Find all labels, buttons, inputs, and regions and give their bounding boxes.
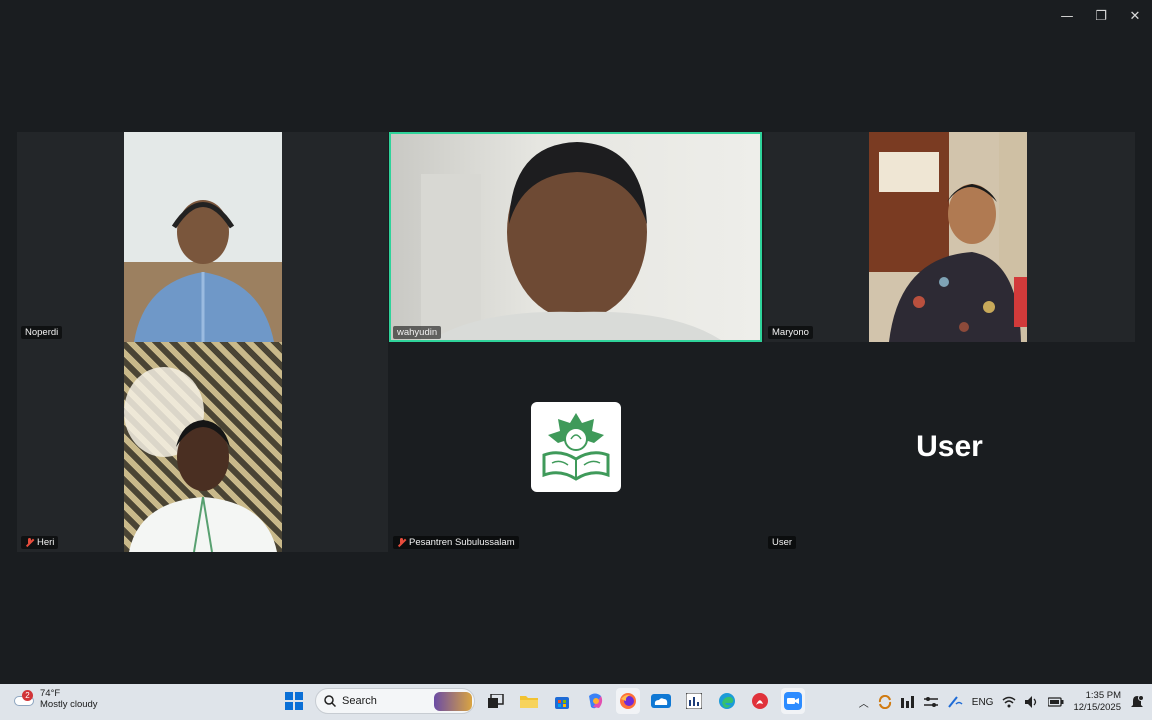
store-button[interactable] xyxy=(550,688,574,714)
sync-icon[interactable] xyxy=(878,695,892,709)
stats-app-button[interactable] xyxy=(682,688,706,714)
volume-icon[interactable] xyxy=(1025,696,1039,708)
person-silhouette xyxy=(124,367,277,552)
participant-name-label: wahyudin xyxy=(393,326,442,339)
window-controls: — ❐ ✕ xyxy=(1050,6,1152,26)
video-tile-maryono[interactable]: Maryono xyxy=(764,132,1135,342)
start-button[interactable] xyxy=(282,688,306,714)
chart-app-icon xyxy=(686,693,702,709)
edge-icon xyxy=(719,693,735,709)
participant-video xyxy=(391,134,760,340)
taskbar-search[interactable]: Search xyxy=(315,688,475,714)
minimize-button[interactable]: — xyxy=(1050,6,1084,26)
cloud-icon: 2 xyxy=(14,690,34,706)
participant-video xyxy=(869,132,1027,342)
video-tile-noperdi[interactable]: Noperdi xyxy=(17,132,388,342)
muted-mic-icon xyxy=(25,538,34,547)
notification-bell-icon[interactable] xyxy=(1130,695,1144,709)
search-highlight-image xyxy=(434,692,472,711)
restore-button[interactable]: ❐ xyxy=(1084,6,1118,26)
video-tile-heri[interactable]: Heri xyxy=(17,342,388,552)
muted-mic-icon xyxy=(397,538,406,547)
participant-name-label: Maryono xyxy=(768,326,813,339)
windows-taskbar: 2 74°F Mostly cloudy Search ︿ ENG 1:35 P… xyxy=(0,684,1152,720)
book-emblem-icon xyxy=(542,413,610,481)
weather-temp: 74°F xyxy=(40,688,61,699)
copilot-button[interactable] xyxy=(583,688,607,714)
copilot-icon xyxy=(589,693,603,709)
zoom-button[interactable] xyxy=(781,688,805,714)
clock[interactable]: 1:35 PM 12/15/2025 xyxy=(1073,690,1121,714)
user-avatar-text: User xyxy=(916,430,983,463)
cloud-app-icon xyxy=(651,694,671,708)
folder-icon xyxy=(520,696,538,708)
search-label: Search xyxy=(342,695,377,707)
weather-widget[interactable]: 2 74°F Mostly cloudy xyxy=(14,688,98,710)
wifi-icon[interactable] xyxy=(1002,696,1016,708)
person-silhouette xyxy=(869,132,1027,342)
search-icon xyxy=(324,695,336,707)
participant-name-label: Noperdi xyxy=(21,326,63,339)
participant-name-label: Pesantren Subulussalam xyxy=(393,536,519,549)
close-button[interactable]: ✕ xyxy=(1118,6,1152,26)
clock-date: 12/15/2025 xyxy=(1073,702,1121,713)
zoom-meeting-window: — ❐ ✕ Noperdi wahyudin Maryono Heri Pesa… xyxy=(0,0,1152,684)
store-bag-icon xyxy=(555,697,569,709)
task-view-button[interactable] xyxy=(484,688,508,714)
firefox-button[interactable] xyxy=(616,688,640,714)
person-silhouette xyxy=(421,142,721,340)
battery-icon[interactable] xyxy=(1048,697,1064,707)
task-view-icon xyxy=(488,694,504,708)
onedrive-button[interactable] xyxy=(649,688,673,714)
chevron-up-icon[interactable]: ︿ xyxy=(859,695,869,710)
participant-video xyxy=(124,342,282,552)
profile-logo xyxy=(531,402,621,492)
file-explorer-button[interactable] xyxy=(517,688,541,714)
acrobat-button[interactable] xyxy=(748,688,772,714)
participant-video xyxy=(124,132,282,342)
person-silhouette xyxy=(124,132,282,342)
windows-logo-icon xyxy=(285,692,303,710)
zoom-icon xyxy=(784,692,802,710)
weather-condition: Mostly cloudy xyxy=(40,699,98,710)
participant-name-label: Heri xyxy=(21,536,59,549)
settings-sliders-icon[interactable] xyxy=(923,696,938,708)
pdf-icon xyxy=(752,693,768,709)
video-tile-wahyudin[interactable]: wahyudin xyxy=(389,132,762,342)
notification-badge: 2 xyxy=(22,690,33,701)
pen-wifi-icon[interactable] xyxy=(947,695,963,709)
firefox-icon xyxy=(620,693,636,709)
clock-time: 1:35 PM xyxy=(1085,690,1121,701)
edge-button[interactable] xyxy=(715,688,739,714)
bars-icon[interactable] xyxy=(900,696,915,708)
system-tray: ︿ ENG 1:35 PM 12/15/2025 xyxy=(859,684,1144,720)
taskbar-apps: Search xyxy=(282,688,805,714)
language-indicator[interactable]: ENG xyxy=(972,697,994,708)
